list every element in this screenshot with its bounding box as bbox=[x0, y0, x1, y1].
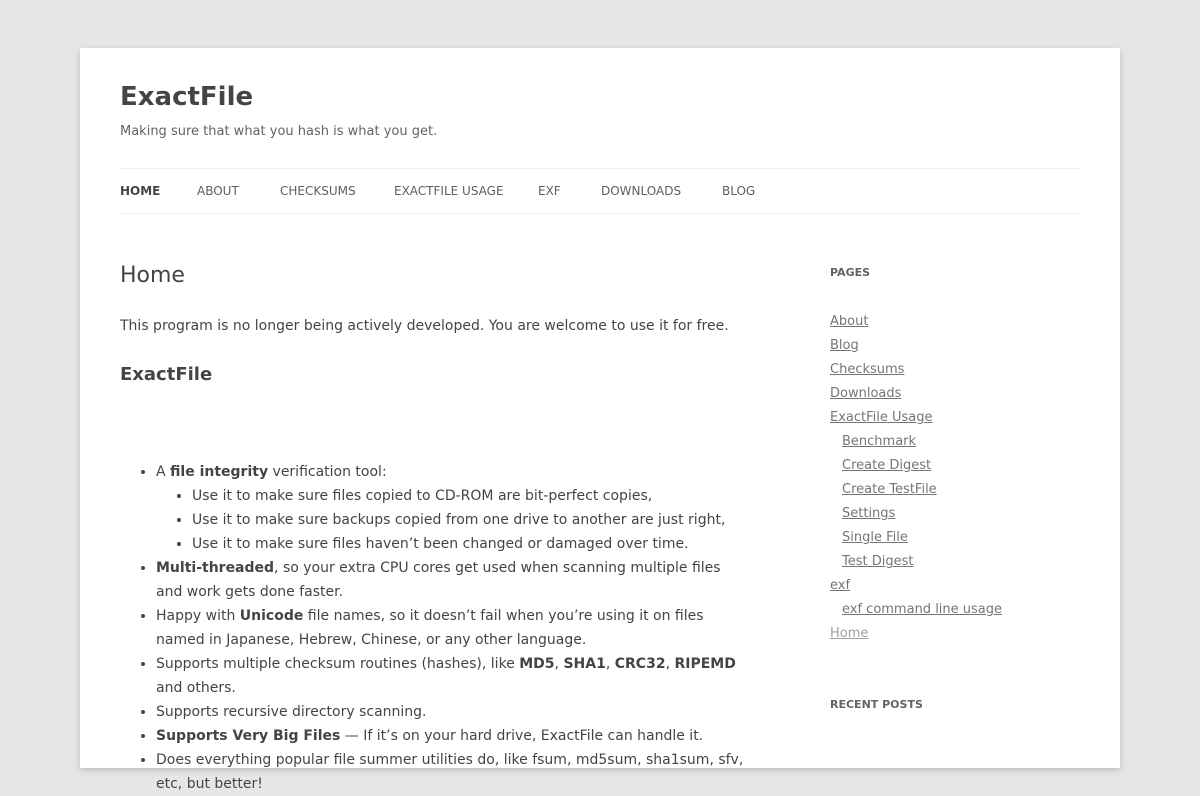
sidebar-link[interactable]: Downloads bbox=[830, 386, 901, 401]
sidebar-item-test-digest: Test Digest bbox=[830, 550, 1002, 574]
sidebar-link[interactable]: Create TestFile bbox=[842, 482, 937, 497]
sidebar-item-benchmark: Benchmark bbox=[830, 430, 1002, 454]
sidebar-link[interactable]: About bbox=[830, 314, 868, 329]
sidebar-item-create-testfile: Create TestFile bbox=[830, 478, 1002, 502]
list-item: Use it to make sure files copied to CD-R… bbox=[192, 484, 750, 508]
list-item: Happy with Unicode file names, so it doe… bbox=[156, 604, 750, 652]
feature-text: Happy with bbox=[156, 608, 240, 624]
hash-sha1: SHA1 bbox=[563, 656, 606, 672]
nav-item-exactfile-usage[interactable]: EXACTFILE USAGE bbox=[394, 169, 504, 213]
sidebar-link[interactable]: Single File bbox=[842, 530, 908, 545]
nav-item-blog[interactable]: BLOG bbox=[722, 169, 755, 213]
recent-posts-widget-title: RECENT POSTS bbox=[830, 698, 923, 711]
sidebar-link[interactable]: Blog bbox=[830, 338, 859, 353]
list-item: Supports multiple checksum routines (has… bbox=[156, 652, 750, 700]
sidebar-link[interactable]: exf bbox=[830, 578, 850, 593]
nav-item-downloads[interactable]: DOWNLOADS bbox=[601, 169, 681, 213]
sidebar-item-single-file: Single File bbox=[830, 526, 1002, 550]
nav-item-exf[interactable]: EXF bbox=[538, 169, 561, 213]
hash-crc32: CRC32 bbox=[614, 656, 666, 672]
sidebar-link[interactable]: Test Digest bbox=[842, 554, 913, 569]
hash-md5: MD5 bbox=[519, 656, 555, 672]
feature-text: and others. bbox=[156, 680, 236, 696]
sidebar-item-exf-command-line-usage: exf command line usage bbox=[830, 598, 1002, 622]
list-item: Use it to make sure backups copied from … bbox=[192, 508, 750, 532]
list-item: Multi-threaded, so your extra CPU cores … bbox=[156, 556, 750, 604]
list-item: A file integrity verification tool: Use … bbox=[156, 460, 750, 556]
intro-paragraph: This program is no longer being actively… bbox=[120, 318, 729, 334]
feature-text: A bbox=[156, 464, 171, 480]
feature-emphasis: Multi-threaded bbox=[156, 560, 275, 576]
hash-ripemd: RIPEMD bbox=[674, 656, 736, 672]
nav-item-home[interactable]: HOME bbox=[120, 169, 160, 213]
sidebar-link[interactable]: Checksums bbox=[830, 362, 904, 377]
feature-text: verification tool: bbox=[268, 464, 387, 480]
feature-emphasis: file integrity bbox=[170, 464, 269, 480]
sidebar-link[interactable]: Settings bbox=[842, 506, 895, 521]
sidebar-item-downloads: Downloads bbox=[830, 382, 1002, 406]
nav-item-checksums[interactable]: CHECKSUMS bbox=[280, 169, 356, 213]
feature-emphasis: Supports Very Big Files bbox=[156, 728, 341, 744]
sidebar-item-about: About bbox=[830, 310, 1002, 334]
sidebar-item-home: Home bbox=[830, 622, 1002, 646]
sidebar-link[interactable]: Create Digest bbox=[842, 458, 931, 473]
site-description: Making sure that what you hash is what y… bbox=[120, 124, 438, 139]
feature-text: Supports multiple checksum routines (has… bbox=[156, 656, 520, 672]
sidebar-item-exactfile-usage: ExactFile Usage bbox=[830, 406, 1002, 430]
sidebar-item-settings: Settings bbox=[830, 502, 1002, 526]
sidebar-link[interactable]: Home bbox=[830, 626, 868, 641]
list-item: Use it to make sure files haven’t been c… bbox=[192, 532, 750, 556]
page-title: Home bbox=[120, 263, 185, 288]
feature-emphasis: Unicode bbox=[239, 608, 304, 624]
feature-list: A file integrity verification tool: Use … bbox=[120, 460, 750, 796]
feature-text: — If it’s on your hard drive, ExactFile … bbox=[340, 728, 704, 744]
separator: , bbox=[605, 656, 615, 672]
feature-sublist: Use it to make sure files copied to CD-R… bbox=[156, 484, 750, 556]
list-item: Does everything popular file summer util… bbox=[156, 748, 750, 796]
sidebar-link[interactable]: exf command line usage bbox=[842, 602, 1002, 617]
sidebar-link[interactable]: Benchmark bbox=[842, 434, 916, 449]
section-heading: ExactFile bbox=[120, 364, 213, 385]
pages-list: About Blog Checksums Downloads ExactFile… bbox=[830, 310, 1002, 646]
list-item: Supports recursive directory scanning. bbox=[156, 700, 750, 724]
sidebar-item-blog: Blog bbox=[830, 334, 1002, 358]
page-container: ExactFile Making sure that what you hash… bbox=[80, 48, 1120, 792]
main-navigation: HOME ABOUT CHECKSUMS EXACTFILE USAGE EXF… bbox=[120, 168, 1080, 214]
pages-widget-title: PAGES bbox=[830, 266, 871, 279]
site-title[interactable]: ExactFile bbox=[120, 80, 253, 114]
list-item: Supports Very Big Files — If it’s on you… bbox=[156, 724, 750, 748]
sidebar-item-checksums: Checksums bbox=[830, 358, 1002, 382]
sidebar-item-exf: exf bbox=[830, 574, 1002, 598]
nav-item-about[interactable]: ABOUT bbox=[197, 169, 239, 213]
sidebar-link[interactable]: ExactFile Usage bbox=[830, 410, 933, 425]
sidebar-item-create-digest: Create Digest bbox=[830, 454, 1002, 478]
